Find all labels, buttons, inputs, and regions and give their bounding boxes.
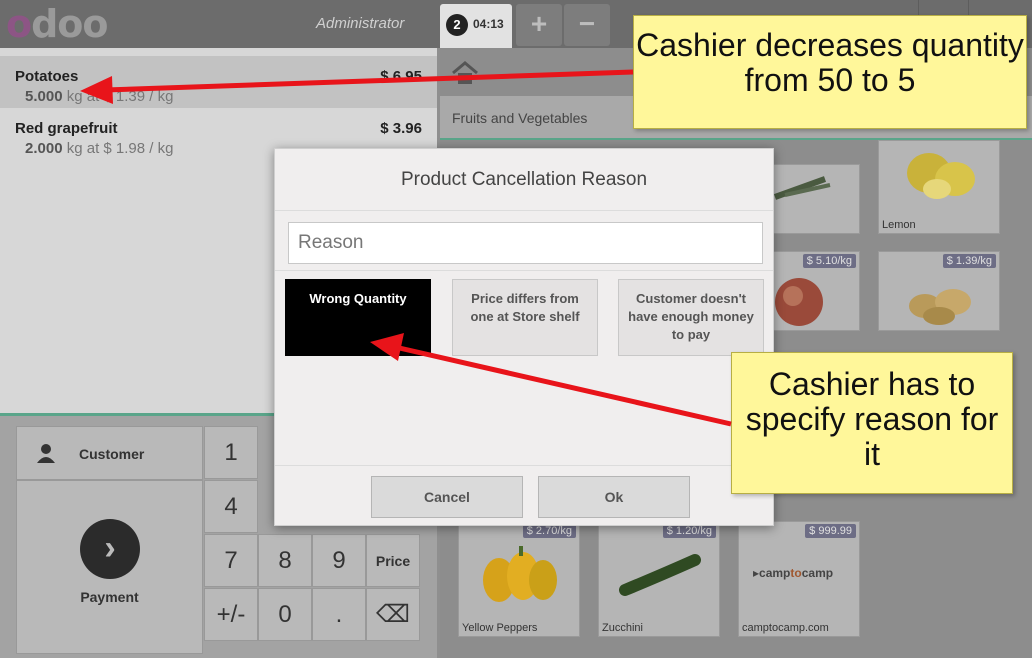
product-image <box>907 153 975 199</box>
product-card[interactable]: $ 1.39/kg <box>878 251 1000 331</box>
product-card-zucchini[interactable]: $ 1.20/kg Zucchini <box>598 521 720 637</box>
remove-order-button[interactable]: − <box>564 4 610 46</box>
numpad-0[interactable]: 0 <box>258 588 312 641</box>
product-name: Lemon <box>882 219 916 231</box>
camptocamp-logo: ▸camptocamp <box>753 566 834 580</box>
payment-label: Payment <box>80 589 139 605</box>
user-icon <box>37 444 55 463</box>
orderline-price: $ 3.96 <box>380 120 422 137</box>
dialog-title: Product Cancellation Reason <box>275 149 773 211</box>
numpad-price-mode[interactable]: Price <box>366 534 420 587</box>
order-number-badge: 2 <box>446 14 468 36</box>
product-price: $ 1.39/kg <box>942 254 996 268</box>
orderline-unit-info: kg at $ 1.39 / kg <box>66 88 174 105</box>
orderline-unit-info: kg at $ 1.98 / kg <box>66 140 174 157</box>
reason-not-enough-money-button[interactable]: Customer doesn't have enough money to pa… <box>618 279 764 356</box>
numpad-7[interactable]: 7 <box>204 534 258 587</box>
annotation-note-quantity: Cashier decreases quantity from 50 to 5 <box>633 15 1027 129</box>
ok-button[interactable]: Ok <box>538 476 690 518</box>
product-name: Yellow Peppers <box>462 622 538 634</box>
product-price: $ 5.10/kg <box>802 254 856 268</box>
add-order-button[interactable]: + <box>516 4 562 46</box>
numpad-dot[interactable]: . <box>312 588 366 641</box>
product-price: $ 1.20/kg <box>662 524 716 538</box>
product-image <box>619 554 701 596</box>
order-time: 04:13 <box>473 17 504 31</box>
backspace-icon[interactable]: ⌫ <box>366 588 420 641</box>
orderline-name: Red grapefruit <box>15 120 118 137</box>
chevron-right-icon: › <box>80 519 140 579</box>
orderline-price: $ 6.95 <box>380 68 422 85</box>
orderline-qty: 2.000 <box>25 140 63 157</box>
customer-label: Customer <box>79 446 145 462</box>
breadcrumb-category[interactable]: Fruits and Vegetables <box>452 110 587 126</box>
numpad-9[interactable]: 9 <box>312 534 366 587</box>
product-name: camptocamp.com <box>742 622 829 634</box>
order-tab[interactable]: 2 04:13 <box>440 4 512 48</box>
orderline-info: 5.000 kg at $ 1.39 / kg <box>25 88 173 105</box>
product-price: $ 2.70/kg <box>522 524 576 538</box>
numpad-8[interactable]: 8 <box>258 534 312 587</box>
cancellation-reason-dialog: Product Cancellation Reason Wrong Quanti… <box>274 148 774 526</box>
product-card-yellow-peppers[interactable]: $ 2.70/kg Yellow Peppers <box>458 521 580 637</box>
cancel-button[interactable]: Cancel <box>371 476 523 518</box>
orderline-name: Potatoes <box>15 68 79 85</box>
numpad-plus-minus[interactable]: +/- <box>204 588 258 641</box>
numpad-4[interactable]: 4 <box>204 480 258 533</box>
dialog-footer: Cancel Ok <box>275 465 773 525</box>
payment-button[interactable]: › Payment <box>16 480 203 654</box>
product-card-lemon[interactable]: Lemon <box>878 140 1000 234</box>
orderline-info: 2.000 kg at $ 1.98 / kg <box>25 140 173 157</box>
orderline-qty: 5.000 <box>25 88 63 105</box>
home-icon[interactable] <box>450 60 480 86</box>
reason-price-differs-button[interactable]: Price differs from one at Store shelf <box>452 279 598 356</box>
reason-wrong-quantity-button[interactable]: Wrong Quantity <box>285 279 431 356</box>
orderline-potatoes[interactable]: Potatoes $ 6.95 5.000 kg at $ 1.39 / kg <box>0 56 437 108</box>
customer-button[interactable]: Customer <box>16 426 203 480</box>
odoo-logo: odoo <box>6 2 109 46</box>
product-card-camptocamp[interactable]: $ 999.99 ▸camptocamp camptocamp.com <box>738 521 860 637</box>
divider <box>275 270 773 271</box>
numpad-1[interactable]: 1 <box>204 426 258 479</box>
reason-input[interactable] <box>288 222 763 264</box>
annotation-note-reason: Cashier has to specify reason for it <box>731 352 1013 494</box>
product-name: Zucchini <box>602 622 643 634</box>
product-price: $ 999.99 <box>805 524 856 538</box>
product-image <box>483 546 557 602</box>
username-label: Administrator <box>316 15 405 32</box>
product-image <box>909 289 971 325</box>
